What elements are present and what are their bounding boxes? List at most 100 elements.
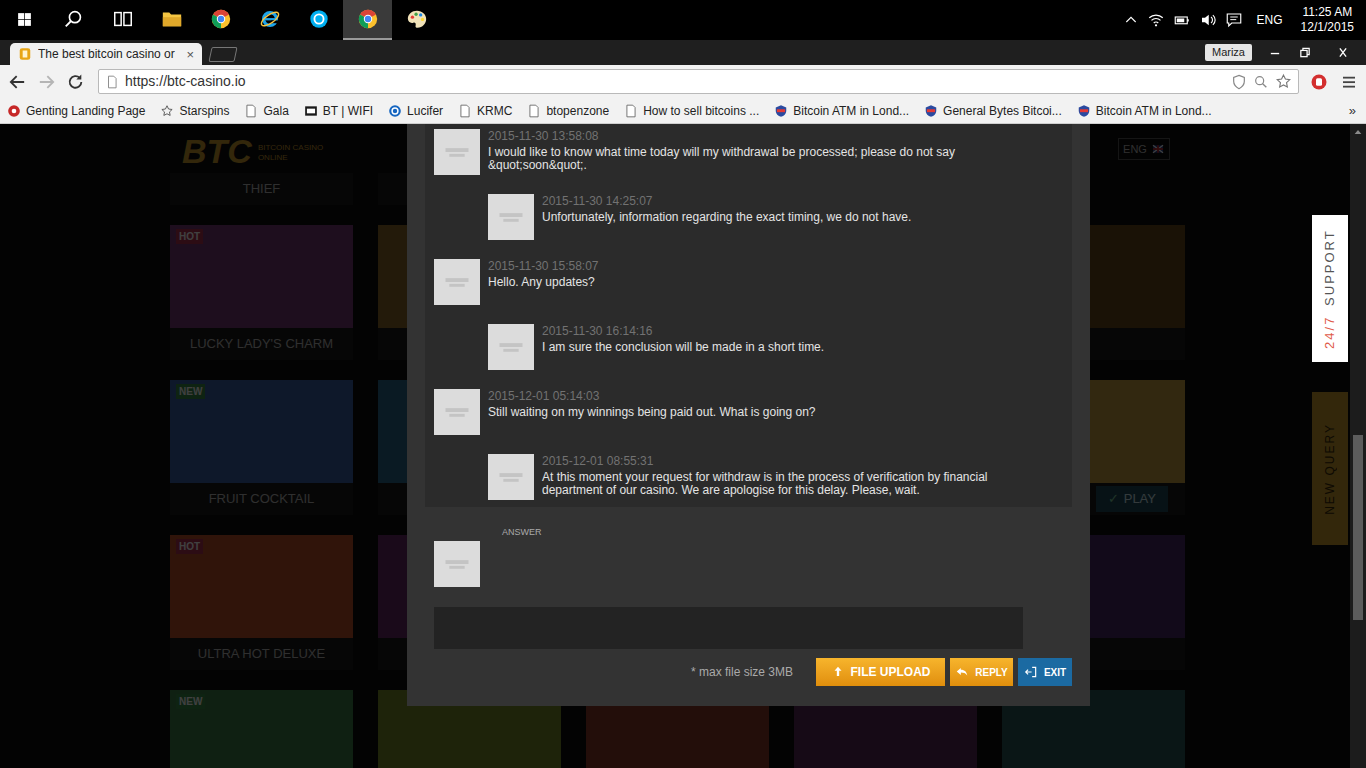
tab-close-button[interactable]: × xyxy=(186,48,194,61)
taskbar-app[interactable] xyxy=(147,0,196,40)
taskbar-spacer xyxy=(441,0,1123,40)
page-area: BTCBITCOIN CASINO ONLINETHIEFHOTLUCKY LA… xyxy=(0,124,1366,768)
message-list: 2015-11-30 13:58:08 I would like to know … xyxy=(425,124,1072,507)
bookmark-item[interactable]: KRMC xyxy=(458,102,512,120)
btc-bookmark-icon xyxy=(774,104,788,118)
scroll-up-arrow-icon[interactable] xyxy=(1350,124,1366,140)
upload-icon xyxy=(831,665,845,679)
taskbar-app[interactable] xyxy=(245,0,294,40)
message-text: At this moment your request for withdraw… xyxy=(542,471,1042,497)
chrome-icon xyxy=(210,8,232,30)
message-text: I would like to know what time today wil… xyxy=(488,146,988,172)
reply-icon xyxy=(955,665,969,679)
exit-button[interactable]: EXIT xyxy=(1018,658,1072,686)
bookmark-item[interactable]: Genting Landing Page xyxy=(7,102,145,120)
page-scrollbar[interactable] xyxy=(1350,124,1366,768)
taskbar-app[interactable] xyxy=(0,0,49,40)
bookmark-item[interactable]: Starspins xyxy=(160,102,229,120)
avatar-icon xyxy=(434,259,480,305)
bookmark-label: KRMC xyxy=(477,102,512,120)
avatar-icon xyxy=(434,541,480,587)
message-body: 2015-11-30 14:25:07 Unfortunately, inform… xyxy=(542,194,911,224)
bookmark-label: Starspins xyxy=(179,102,229,120)
message-time: 2015-11-30 14:25:07 xyxy=(542,194,911,208)
clock[interactable]: 11:25 AM12/1/2015 xyxy=(1301,5,1354,35)
minimize-icon[interactable] xyxy=(1260,40,1290,65)
taskbar-app[interactable] xyxy=(196,0,245,40)
restore-icon[interactable] xyxy=(1290,40,1320,65)
bookmark-item[interactable]: Lucifer xyxy=(388,102,443,120)
wifi-icon[interactable] xyxy=(1147,11,1165,29)
message-text: Unfortunately, information regarding the… xyxy=(542,211,911,224)
stop-hand-extension-icon[interactable] xyxy=(1310,73,1328,91)
menu-icon[interactable] xyxy=(1340,73,1358,91)
address-bar[interactable]: https://btc-casino.io xyxy=(98,69,1299,94)
bookmark-item[interactable]: btopenzone xyxy=(527,102,609,120)
bookmark-label: Gala xyxy=(263,102,288,120)
url-text[interactable]: https://btc-casino.io xyxy=(125,71,1225,92)
taskbar-app[interactable] xyxy=(343,0,392,40)
star-bookmark-icon xyxy=(160,104,174,118)
avatar-icon xyxy=(434,129,480,175)
close-window-icon[interactable] xyxy=(1320,40,1366,65)
paint-icon xyxy=(406,8,428,30)
reply-button[interactable]: REPLY xyxy=(950,658,1013,686)
taskbar-app[interactable] xyxy=(392,0,441,40)
explorer-icon xyxy=(161,8,183,30)
battery-icon[interactable] xyxy=(1173,11,1191,29)
message-body: 2015-11-30 16:14:16I am sure the conclus… xyxy=(542,324,824,354)
message-text: Still waiting on my winnings being paid … xyxy=(488,406,816,419)
shield-icon[interactable] xyxy=(1231,74,1247,90)
answer-label: ANSWER xyxy=(407,526,1090,538)
message-row: 2015-11-30 15:58:07Hello. Any updates? xyxy=(425,259,1072,324)
browser-toolbar: https://btc-casino.io xyxy=(0,65,1366,98)
bookmark-item[interactable]: Bitcoin ATM in Lond... xyxy=(774,102,909,120)
bookmark-item[interactable]: BT | WIFI xyxy=(304,102,373,120)
taskbar-app[interactable] xyxy=(49,0,98,40)
taskbar-app[interactable] xyxy=(294,0,343,40)
action-center-icon[interactable] xyxy=(1225,11,1243,29)
btc-bookmark-icon xyxy=(1077,104,1091,118)
message-text: Hello. Any updates? xyxy=(488,276,599,289)
tab-strip: The best bitcoin casino or× Mariza xyxy=(0,40,1366,65)
reload-icon[interactable] xyxy=(61,72,90,92)
new-tab-button[interactable] xyxy=(208,47,237,62)
bookmark-item[interactable]: General Bytes Bitcoi... xyxy=(924,102,1062,120)
browser-tab[interactable]: The best bitcoin casino or× xyxy=(10,43,202,65)
taskbar-app[interactable] xyxy=(98,0,147,40)
page-bookmark-icon xyxy=(624,104,638,118)
reply-textarea[interactable] xyxy=(434,607,1023,649)
message-body: 2015-11-30 15:58:07Hello. Any updates? xyxy=(488,259,599,289)
scrollbar-thumb[interactable] xyxy=(1353,435,1363,620)
ring-bookmark-icon xyxy=(388,104,402,118)
bookmark-star-icon[interactable] xyxy=(1275,73,1292,90)
page-bookmark-icon xyxy=(458,104,472,118)
support-label: SUPPORT xyxy=(1320,229,1340,306)
support-tab[interactable]: 24/7SUPPORT xyxy=(1312,215,1348,362)
language-indicator[interactable]: ENG xyxy=(1257,11,1283,29)
bookmark-item[interactable]: How to sell bitcoins ... xyxy=(624,102,759,120)
back-arrow-icon[interactable] xyxy=(3,72,32,92)
upload-button[interactable]: FILE UPLOAD xyxy=(816,658,945,686)
file-size-note: * max file size 3MB xyxy=(691,663,793,681)
message-time: 2015-11-30 13:58:08 xyxy=(488,129,988,143)
magnifier-icon[interactable] xyxy=(1253,74,1269,90)
exit-icon xyxy=(1024,665,1038,679)
start-icon xyxy=(16,11,33,28)
bookmarks-more-button[interactable]: » xyxy=(1349,101,1356,121)
ie-icon xyxy=(259,8,281,30)
profile-button[interactable]: Mariza xyxy=(1205,44,1252,61)
bookmark-label: Bitcoin ATM in Lond... xyxy=(793,102,909,120)
chevron-up-icon[interactable] xyxy=(1123,12,1139,28)
bookmark-label: BT | WIFI xyxy=(323,102,373,120)
message-body: 2015-12-01 08:55:31At this moment your r… xyxy=(542,454,1042,497)
button-label: FILE UPLOAD xyxy=(851,663,931,681)
taskbar: ENG 11:25 AM12/1/2015 xyxy=(0,0,1366,40)
search-icon xyxy=(63,8,85,30)
bookmark-item[interactable]: Bitcoin ATM in Lond... xyxy=(1077,102,1212,120)
bookmark-item[interactable]: Gala xyxy=(244,102,288,120)
btc-bookmark-icon xyxy=(924,104,938,118)
volume-icon[interactable] xyxy=(1199,11,1217,29)
bookmark-label: Lucifer xyxy=(407,102,443,120)
page-icon xyxy=(105,75,119,89)
